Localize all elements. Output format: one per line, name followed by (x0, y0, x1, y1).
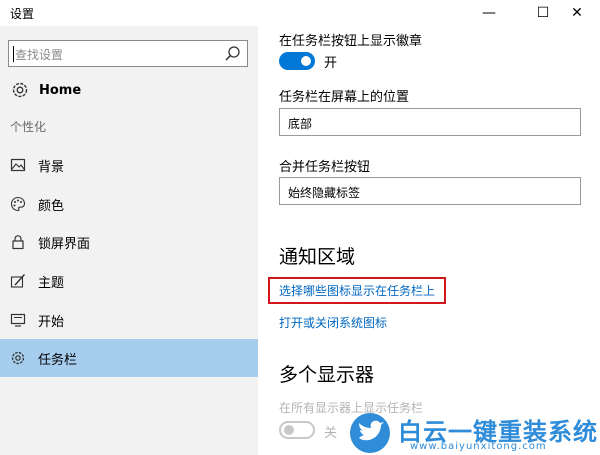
bird-icon (350, 413, 390, 453)
window-title: 设置 (10, 7, 35, 21)
search-input[interactable]: 查找设置 (8, 40, 248, 67)
sidebar-item-label: 主题 (38, 275, 65, 291)
gear-icon (11, 351, 25, 365)
image-icon (10, 158, 26, 172)
position-value: 底部 (288, 117, 313, 131)
sidebar-item-start[interactable]: 开始 (0, 301, 258, 339)
system-icons-link[interactable]: 打开或关闭系统图标 (279, 314, 387, 331)
combine-dropdown[interactable]: 始终隐藏标签 (279, 177, 581, 205)
badges-toggle-state: 开 (324, 56, 338, 71)
show-all-displays-toggle[interactable] (279, 421, 315, 439)
main-content: 在任务栏按钮上显示徽章 开 任务栏在屏幕上的位置 底部 合并任务栏按钮 始终隐藏… (258, 26, 600, 455)
sidebar-item-background[interactable]: 背景 (0, 146, 258, 184)
palette-icon (10, 196, 26, 212)
sidebar-item-label: 背景 (38, 159, 65, 175)
notification-heading: 通知区域 (279, 246, 356, 268)
lock-icon (12, 235, 24, 250)
gear-icon (12, 82, 28, 98)
sidebar: 查找设置 Home 个性化 背景 颜色 锁屏界面 主题 开始 任务栏 (0, 26, 258, 455)
home-label: Home (39, 82, 82, 98)
position-label: 任务栏在屏幕上的位置 (279, 90, 410, 105)
watermark-logo: 白云一键重装系统 www.baiyunxitong.com (340, 410, 600, 455)
start-icon (10, 313, 26, 327)
badges-toggle[interactable] (279, 52, 315, 70)
home-link[interactable]: Home (10, 78, 81, 102)
sidebar-item-label: 颜色 (38, 198, 65, 214)
sidebar-item-lock-screen[interactable]: 锁屏界面 (0, 223, 258, 261)
combine-value: 始终隐藏标签 (288, 186, 361, 200)
watermark-url: www.baiyunxitong.com (410, 441, 547, 452)
combine-label: 合并任务栏按钮 (279, 160, 371, 175)
highlight-box (268, 277, 446, 304)
multi-display-heading: 多个显示器 (279, 364, 375, 386)
search-placeholder: 查找设置 (15, 48, 64, 62)
badges-label: 在任务栏按钮上显示徽章 (279, 34, 423, 49)
minimize-button[interactable]: — (466, 0, 512, 26)
show-all-displays-state: 关 (324, 426, 338, 441)
brush-icon (10, 274, 26, 288)
sidebar-item-label: 任务栏 (38, 352, 78, 368)
search-icon[interactable] (224, 45, 241, 62)
close-button[interactable]: ✕ (554, 0, 600, 26)
sidebar-item-taskbar[interactable]: 任务栏 (0, 339, 258, 377)
sidebar-item-colors[interactable]: 颜色 (0, 185, 258, 223)
text-caret (13, 46, 14, 62)
sidebar-item-themes[interactable]: 主题 (0, 262, 258, 300)
sidebar-item-label: 开始 (38, 314, 65, 330)
sidebar-item-label: 锁屏界面 (38, 236, 91, 252)
position-dropdown[interactable]: 底部 (279, 108, 581, 136)
section-label: 个性化 (10, 120, 47, 134)
title-bar: 设置 — ☐ ✕ (0, 0, 600, 26)
